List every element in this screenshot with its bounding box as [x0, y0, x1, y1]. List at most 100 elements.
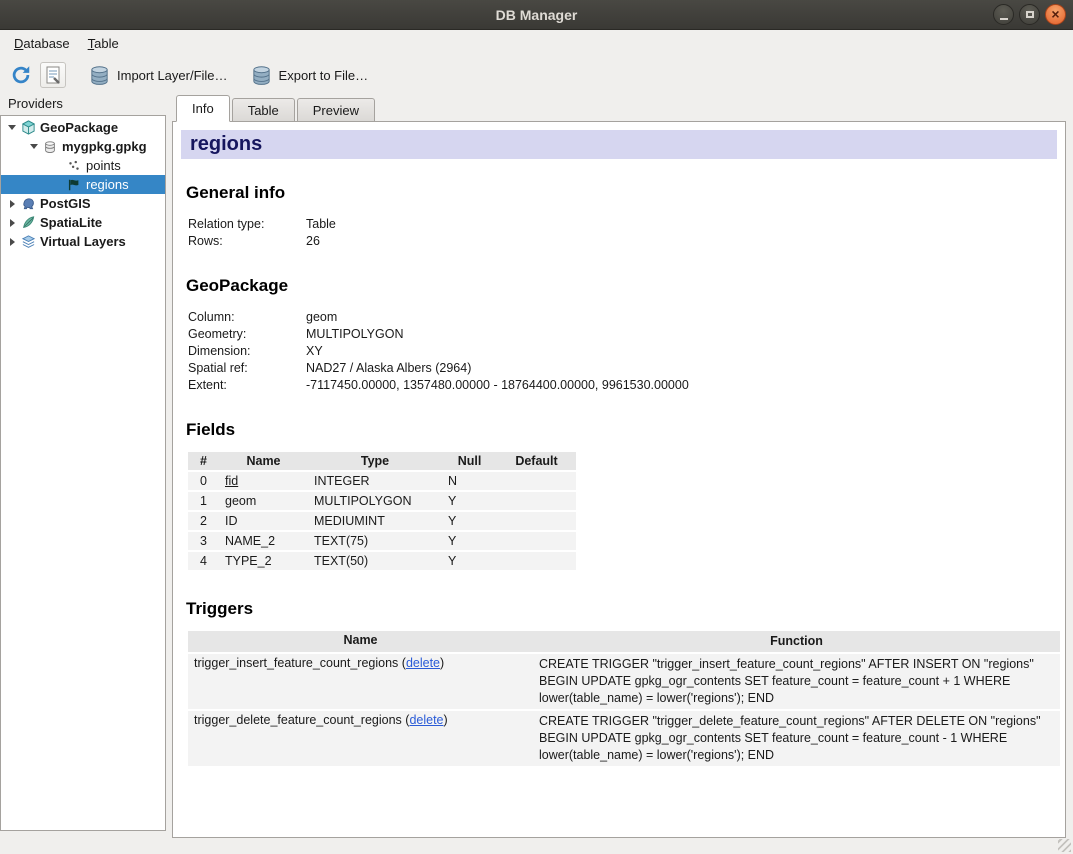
- providers-tree: GeoPackage mygpkg.gpkg: [0, 115, 166, 831]
- general-info-heading: General info: [186, 183, 1057, 203]
- geopackage-icon: [19, 120, 37, 135]
- menu-item-table[interactable]: Table: [79, 32, 128, 55]
- tree-item-label: regions: [83, 177, 129, 192]
- toolbar: Import Layer/File… Export to File…: [0, 56, 1073, 94]
- database-import-icon: [88, 64, 111, 87]
- maximize-button[interactable]: [1019, 4, 1040, 25]
- sql-window-icon: [43, 65, 63, 85]
- info-label: Dimension:: [188, 342, 306, 359]
- info-row: Column: geom: [188, 308, 689, 325]
- info-value: XY: [306, 342, 689, 359]
- geopackage-info-table: Column: geom Geometry: MULTIPOLYGON Dime…: [188, 308, 689, 393]
- main-area: Providers GeoPackage: [0, 94, 1073, 854]
- table-cell: 3: [188, 531, 219, 551]
- expand-arrow-icon[interactable]: [5, 200, 19, 208]
- table-cell: 1: [188, 491, 219, 511]
- page-title-banner: regions: [181, 130, 1057, 159]
- spatialite-icon: [19, 215, 37, 230]
- content-panel: Info Table Preview regions General info …: [166, 94, 1073, 854]
- expand-arrow-icon[interactable]: [5, 238, 19, 246]
- export-file-button[interactable]: Export to File…: [250, 64, 369, 87]
- table-cell: TYPE_2: [219, 551, 308, 571]
- table-header-cell: Name: [219, 452, 308, 471]
- minimize-icon: [1000, 18, 1008, 20]
- info-value: -7117450.00000, 1357480.00000 - 18764400…: [306, 376, 689, 393]
- info-row: Rows: 26: [188, 232, 336, 249]
- table-header-row: # Name Type Null Default: [188, 452, 576, 471]
- fields-table: # Name Type Null Default 0 fid INTEGER N: [188, 452, 576, 572]
- window-controls: [993, 4, 1066, 25]
- tree-item-label: SpatiaLite: [37, 215, 102, 230]
- table-cell: TEXT(75): [308, 531, 442, 551]
- tree-item-points[interactable]: points: [1, 156, 165, 175]
- table-cell: INTEGER: [308, 471, 442, 491]
- tree-item-label: mygpkg.gpkg: [59, 139, 147, 154]
- tab-preview[interactable]: Preview: [297, 98, 375, 121]
- table-cell: Y: [442, 511, 497, 531]
- info-label: Geometry:: [188, 325, 306, 342]
- delete-link[interactable]: delete: [406, 656, 440, 670]
- delete-link-wrap: delete: [405, 713, 447, 727]
- delete-link[interactable]: delete: [409, 713, 443, 727]
- refresh-button[interactable]: [10, 64, 32, 86]
- providers-panel: Providers GeoPackage: [0, 94, 166, 854]
- info-row: Spatial ref: NAD27 / Alaska Albers (2964…: [188, 359, 689, 376]
- table-header-cell: Default: [497, 452, 576, 471]
- table-row: 1 geom MULTIPOLYGON Y: [188, 491, 576, 511]
- close-button[interactable]: [1045, 4, 1066, 25]
- table-header-cell: Type: [308, 452, 442, 471]
- table-header-cell: Null: [442, 452, 497, 471]
- tree-item-geopackage[interactable]: GeoPackage: [1, 118, 165, 137]
- trigger-row: trigger_insert_feature_count_regions del…: [188, 653, 1060, 710]
- tree-item-spatialite[interactable]: SpatiaLite: [1, 213, 165, 232]
- table-cell: Y: [442, 531, 497, 551]
- virtual-layers-icon: [19, 234, 37, 249]
- sql-window-button[interactable]: [40, 62, 66, 88]
- tab-info[interactable]: Info: [176, 95, 230, 122]
- fields-heading: Fields: [186, 420, 1057, 440]
- info-value: geom: [306, 308, 689, 325]
- info-value: 26: [306, 232, 336, 249]
- table-cell: N: [442, 471, 497, 491]
- info-label: Extent:: [188, 376, 306, 393]
- database-export-icon: [250, 64, 273, 87]
- info-value: Table: [306, 215, 336, 232]
- delete-link-wrap: delete: [402, 656, 444, 670]
- tree-item-virtual-layers[interactable]: Virtual Layers: [1, 232, 165, 251]
- table-row: 0 fid INTEGER N: [188, 471, 576, 491]
- menu-item-database[interactable]: Database: [5, 32, 79, 55]
- trigger-row: trigger_delete_feature_count_regions del…: [188, 710, 1060, 767]
- collapse-arrow-icon[interactable]: [27, 144, 41, 149]
- info-label: Relation type:: [188, 215, 306, 232]
- table-cell: TEXT(50): [308, 551, 442, 571]
- info-value: NAD27 / Alaska Albers (2964): [306, 359, 689, 376]
- tree-item-mygpkg[interactable]: mygpkg.gpkg: [1, 137, 165, 156]
- resize-grip[interactable]: [1058, 839, 1071, 852]
- info-label: Rows:: [188, 232, 306, 249]
- tree-item-label: PostGIS: [37, 196, 91, 211]
- regions-layer-icon: [65, 178, 83, 192]
- tab-table[interactable]: Table: [232, 98, 295, 121]
- import-layer-button[interactable]: Import Layer/File…: [88, 64, 228, 87]
- collapse-arrow-icon[interactable]: [5, 125, 19, 130]
- info-label: Column:: [188, 308, 306, 325]
- postgis-icon: [19, 196, 37, 211]
- trigger-function-cell: CREATE TRIGGER "trigger_insert_feature_c…: [533, 653, 1060, 710]
- tree-item-label: points: [83, 158, 121, 173]
- database-icon: [41, 140, 59, 154]
- info-label: Spatial ref:: [188, 359, 306, 376]
- tree-item-postgis[interactable]: PostGIS: [1, 194, 165, 213]
- table-cell: geom: [219, 491, 308, 511]
- table-row: 3 NAME_2 TEXT(75) Y: [188, 531, 576, 551]
- titlebar[interactable]: DB Manager: [0, 0, 1073, 30]
- table-cell: ID: [219, 511, 308, 531]
- minimize-button[interactable]: [993, 4, 1014, 25]
- table-cell: MULTIPOLYGON: [308, 491, 442, 511]
- table-cell: [497, 491, 576, 511]
- refresh-icon: [10, 64, 32, 86]
- expand-arrow-icon[interactable]: [5, 219, 19, 227]
- table-cell: [497, 471, 576, 491]
- table-cell: NAME_2: [219, 531, 308, 551]
- tree-item-regions[interactable]: regions: [1, 175, 165, 194]
- triggers-table: Name Function trigger_insert_feature_cou…: [188, 631, 1060, 768]
